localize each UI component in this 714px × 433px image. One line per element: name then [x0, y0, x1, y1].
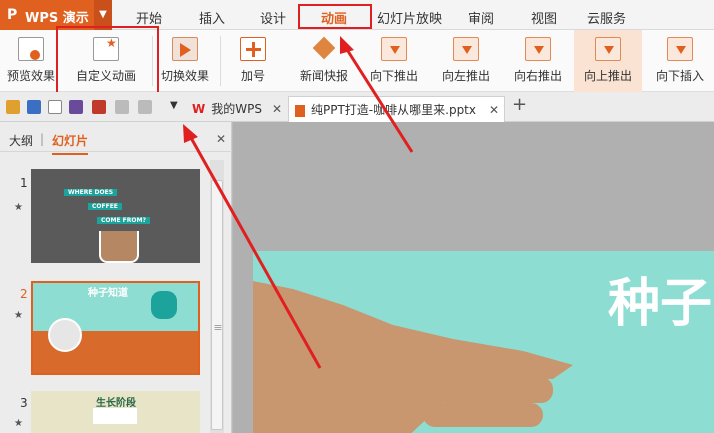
tab-design[interactable]: 设计	[260, 8, 286, 27]
chevron-down-icon[interactable]: ▼	[170, 100, 178, 111]
push-up-button[interactable]: 向上推出	[574, 30, 642, 92]
tab-cloud[interactable]: 云服务	[587, 8, 626, 27]
my-wps-label: 我的WPS	[211, 102, 262, 116]
preview-label: 预览效果	[6, 69, 55, 83]
push-up-icon	[595, 37, 621, 61]
scrollbar-thumb[interactable]: ≡	[211, 180, 223, 430]
transition-label: 切换效果	[160, 69, 209, 83]
current-slide[interactable]: 种子	[253, 251, 714, 433]
finger-shape	[423, 403, 543, 427]
finger-shape	[433, 377, 553, 403]
thumb3-title: 生长阶段	[96, 398, 136, 409]
tab-slides[interactable]: 幻灯片	[52, 132, 89, 155]
animation-tab-highlight	[298, 4, 372, 29]
close-icon[interactable]: ✕	[216, 132, 226, 146]
transition-icon	[172, 37, 198, 61]
push-left-label: 向左推出	[441, 69, 490, 83]
tab-my-wps[interactable]: W 我的WPS ✕	[186, 96, 284, 122]
push-down-icon	[381, 37, 407, 61]
save-icon[interactable]	[27, 100, 41, 114]
plus-transition-button[interactable]: 加号	[226, 30, 280, 92]
tab-slideshow[interactable]: 幻灯片放映	[377, 8, 442, 27]
preview-icon	[18, 37, 44, 61]
app-name: WPS 演示	[25, 11, 89, 26]
ribbon-separator	[220, 36, 221, 86]
add-tab-button[interactable]: +	[512, 94, 527, 115]
thumb1-line1: WHERE DOES	[64, 189, 118, 196]
sprout-icon	[151, 291, 177, 319]
tab-outline[interactable]: 大纲	[9, 132, 33, 149]
slide-canvas: 种子	[233, 122, 714, 433]
redo-icon[interactable]	[138, 100, 152, 114]
push-right-icon	[525, 37, 551, 61]
insert-down-icon	[667, 37, 693, 61]
new-icon[interactable]	[48, 100, 62, 114]
transition-effect-button[interactable]: 切换效果	[158, 30, 212, 92]
pptx-file-icon	[295, 104, 305, 117]
tab-start[interactable]: 开始	[136, 8, 162, 27]
tab-pptx-file[interactable]: 纯PPT打造-咖啡从哪里来.pptx ✕	[288, 96, 505, 122]
news-flash-icon	[311, 37, 337, 61]
document-tab-bar: ▼ W 我的WPS ✕ 纯PPT打造-咖啡从哪里来.pptx ✕ +	[0, 92, 714, 122]
wps-icon: W	[192, 102, 206, 116]
open-icon[interactable]	[6, 100, 20, 114]
thumb1-line2: COFFEE	[88, 203, 122, 210]
push-right-label: 向右推出	[513, 69, 562, 83]
push-up-label: 向上推出	[583, 69, 632, 83]
slide-number: 1	[20, 176, 28, 190]
slide-thumbnail-1[interactable]: WHERE DOES COFFEE COME FROM?	[31, 169, 200, 263]
tab-divider: |	[40, 132, 45, 146]
close-icon[interactable]: ✕	[489, 97, 499, 123]
push-left-icon	[453, 37, 479, 61]
close-icon[interactable]: ✕	[272, 96, 282, 122]
tab-view[interactable]: 视图	[531, 8, 557, 27]
thumb1-line3: COME FROM?	[97, 217, 150, 224]
pdf-icon[interactable]	[92, 100, 106, 114]
news-flash-label: 新闻快报	[299, 69, 348, 83]
wps-logo-icon: P	[7, 7, 18, 23]
insert-down-label: 向下插入	[655, 69, 704, 83]
seed-badge-icon	[48, 318, 82, 352]
slide-headline: 种子	[608, 274, 713, 334]
insert-down-button[interactable]: 向下插入	[648, 30, 712, 92]
plus-label: 加号	[240, 69, 265, 83]
tab-insert[interactable]: 插入	[199, 8, 225, 27]
thumb3-caption-box	[93, 408, 137, 424]
plus-icon	[240, 37, 266, 61]
slide-thumbnail-2[interactable]: 种子知道	[31, 281, 200, 375]
star-icon: ★	[14, 310, 23, 321]
star-icon: ★	[14, 202, 23, 213]
star-icon: ★	[14, 418, 23, 429]
scroll-grip-icon: ≡	[213, 321, 223, 334]
file-tab-label: 纯PPT打造-咖啡从哪里来.pptx	[311, 103, 476, 117]
undo-icon[interactable]	[115, 100, 129, 114]
slide-thumbnail-3[interactable]: 生长阶段	[31, 391, 200, 433]
slide-number: 2	[20, 287, 28, 301]
slide-number: 3	[20, 396, 28, 410]
print-icon[interactable]	[69, 100, 83, 114]
thumb2-title: 种子知道	[88, 288, 128, 299]
slide-panel-scrollbar[interactable]: ≡	[210, 160, 224, 433]
news-flash-button[interactable]: 新闻快报	[292, 30, 356, 92]
coffee-cup-icon	[99, 231, 139, 263]
push-down-button[interactable]: 向下推出	[362, 30, 426, 92]
panel-tabs: 大纲 | 幻灯片 ✕	[0, 122, 232, 155]
push-left-button[interactable]: 向左推出	[434, 30, 498, 92]
push-right-button[interactable]: 向右推出	[506, 30, 570, 92]
tab-review[interactable]: 审阅	[468, 8, 494, 27]
preview-effect-button[interactable]: 预览效果	[4, 30, 58, 92]
push-down-label: 向下推出	[369, 69, 418, 83]
